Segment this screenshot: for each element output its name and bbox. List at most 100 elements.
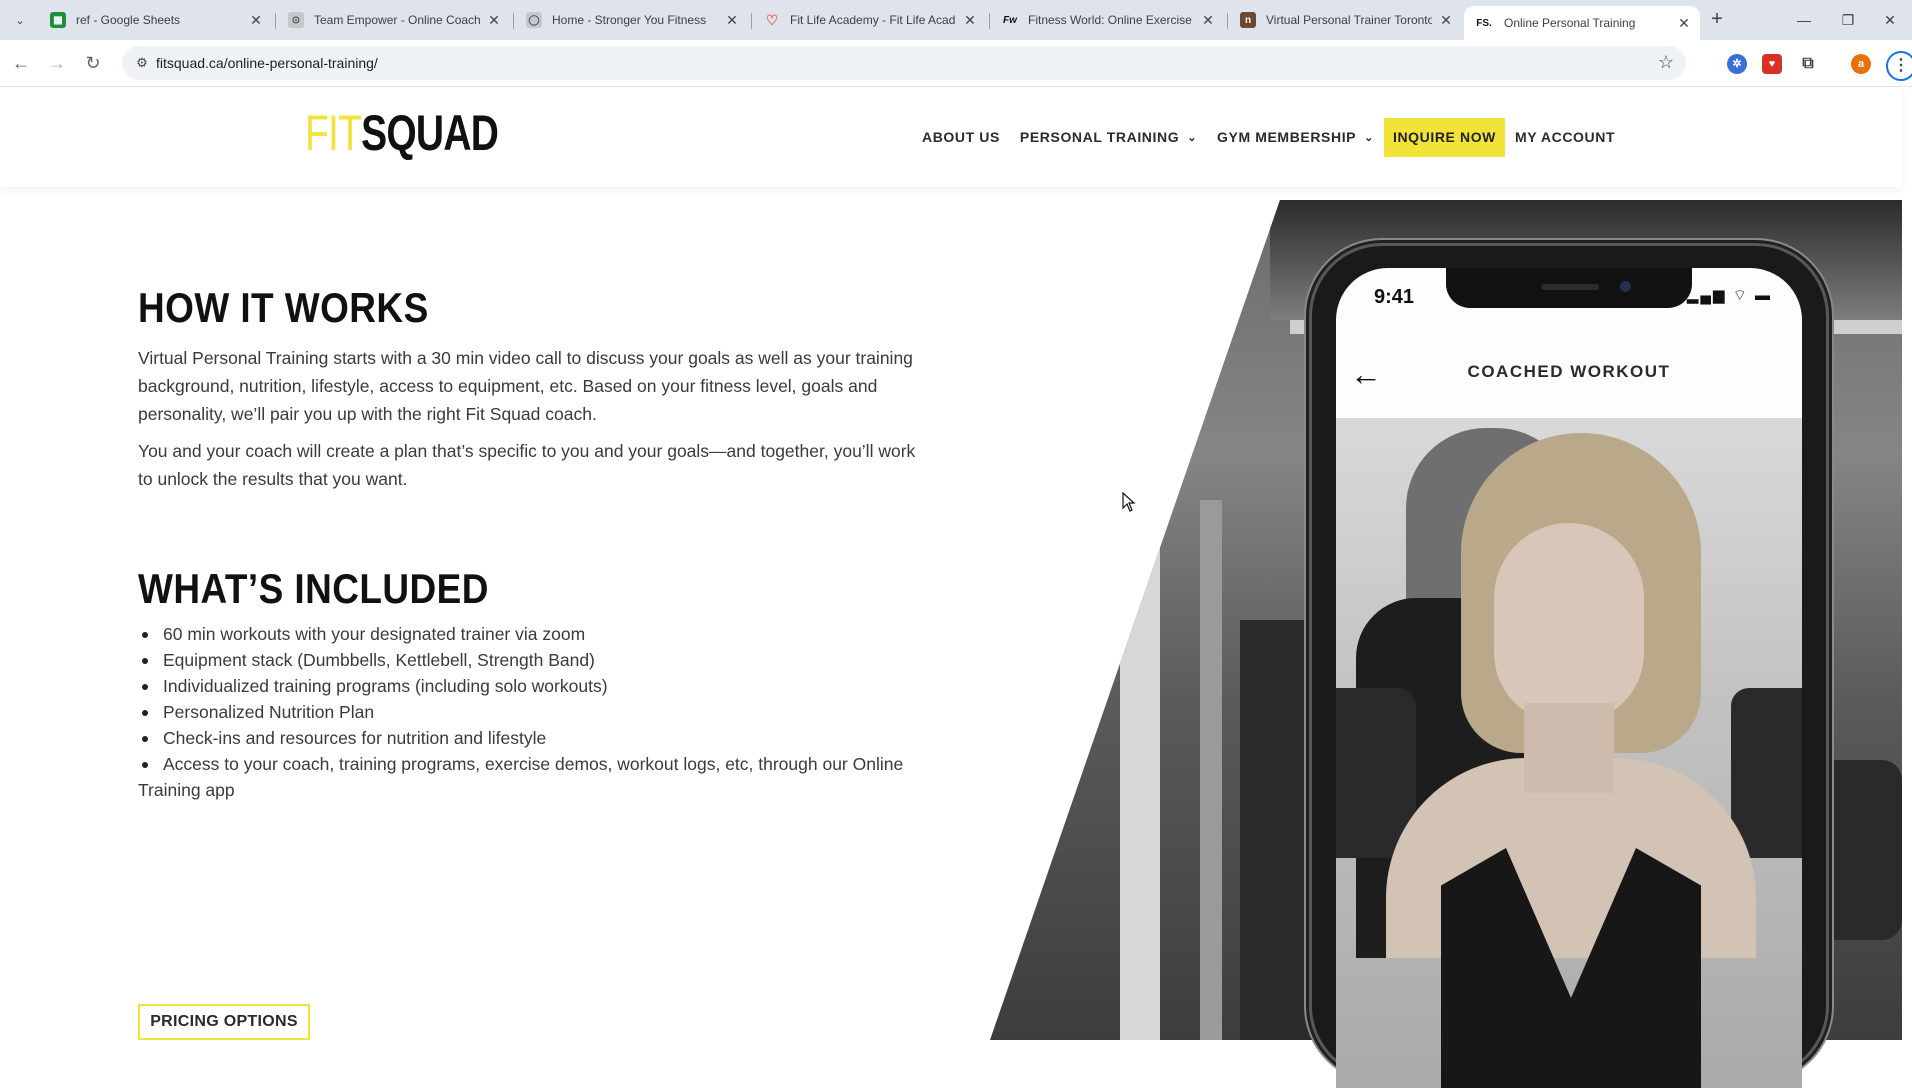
chevron-down-icon: ⌄ <box>1364 131 1374 144</box>
sheets-favicon-icon: ▦ <box>50 12 66 28</box>
tab-close-icon[interactable]: ✕ <box>1438 12 1454 29</box>
list-item: Access to your coach, training programs,… <box>138 751 928 803</box>
list-item: 60 min workouts with your designated tra… <box>138 621 928 647</box>
list-item-text: Individualized training programs (includ… <box>163 676 608 696</box>
main-nav: ABOUT US PERSONAL TRAINING ⌄ GYM MEMBERSH… <box>922 117 1635 157</box>
browser-tab[interactable]: ⊙ Team Empower - Online Coachi ✕ <box>278 6 510 34</box>
tab-close-icon[interactable]: ✕ <box>724 12 740 29</box>
whats-included-title: WHAT’S INCLUDED <box>138 565 489 612</box>
bullet-dot <box>142 736 148 742</box>
address-url[interactable]: fitsquad.ca/online-personal-training/ <box>156 46 378 80</box>
reload-icon[interactable]: ↻ <box>80 50 106 76</box>
browser-tab[interactable]: Fw Fitness World: Online Exercise C ✕ <box>992 6 1224 34</box>
bullet-dot <box>142 684 148 690</box>
phone-screen: 9:41 ▂▄▆ ⌔ ▬ ← COACHED WORKOUT <box>1336 268 1802 1088</box>
signal-icon: ▂▄▆ <box>1686 287 1727 304</box>
nav-label: ABOUT US <box>922 129 1000 145</box>
bullet-dot <box>142 632 148 638</box>
restore-icon[interactable]: ❐ <box>1826 6 1870 34</box>
bookmark-star-icon[interactable]: ☆ <box>1658 52 1674 73</box>
inquire-now-button[interactable]: INQUIRE NOW <box>1383 117 1505 157</box>
fit-life-favicon-icon: ♡ <box>765 11 779 28</box>
fitsquad-logo[interactable]: FITSQUAD <box>305 105 499 161</box>
tab-close-icon[interactable]: ✕ <box>486 12 502 29</box>
team-empower-favicon-icon: ⊙ <box>288 12 304 28</box>
browser-tab-bar: ⌄ ▦ ref - Google Sheets ✕ ⊙ Team Empower… <box>0 0 1912 40</box>
phone-speaker <box>1541 284 1599 290</box>
browser-tab[interactable]: ♡ Fit Life Academy - Fit Life Acad ✕ <box>754 6 986 34</box>
minimize-icon[interactable]: — <box>1782 6 1826 34</box>
tab-divider <box>513 13 514 29</box>
phone-camera <box>1620 281 1631 292</box>
list-item-text: Equipment stack (Dumbbells, Kettlebell, … <box>163 650 595 670</box>
nav-my-account[interactable]: MY ACCOUNT <box>1515 129 1615 145</box>
browser-tab[interactable]: n Virtual Personal Trainer Toronto ✕ <box>1230 6 1462 34</box>
nav-label: GYM MEMBERSHIP <box>1217 129 1357 145</box>
site-header: FITSQUAD ABOUT US PERSONAL TRAINING ⌄ GYM… <box>0 87 1902 187</box>
tab-title: Team Empower - Online Coachi <box>314 13 480 27</box>
app-screen-title: COACHED WORKOUT <box>1467 362 1671 381</box>
extensions-puzzle-icon[interactable]: ⧉ <box>1798 54 1818 74</box>
globe-favicon-icon: ◯ <box>526 12 542 28</box>
back-arrow-icon[interactable]: ← <box>8 50 34 76</box>
tab-search-chevron-icon[interactable]: ⌄ <box>8 8 32 32</box>
tab-title: Fitness World: Online Exercise C <box>1028 13 1194 27</box>
phone-notch <box>1446 268 1692 308</box>
nav-gym-membership[interactable]: GYM MEMBERSHIP ⌄ <box>1217 129 1374 145</box>
fitness-world-favicon-icon: Fw <box>1003 14 1017 26</box>
app-header: ← COACHED WORKOUT <box>1336 352 1802 402</box>
tab-divider <box>989 13 990 29</box>
site-info-icon[interactable]: ⚙ <box>132 53 152 73</box>
wifi-icon: ⌔ <box>1732 287 1749 304</box>
how-it-works-paragraph-1: Virtual Personal Training starts with a … <box>138 348 913 424</box>
list-item-text: Access to your coach, training programs,… <box>138 754 904 800</box>
virtual-trainer-favicon-icon: n <box>1240 12 1256 28</box>
tab-title: Fit Life Academy - Fit Life Acad <box>790 13 956 27</box>
browser-toolbar: ← → ↻ ⚙ fitsquad.ca/online-personal-trai… <box>0 40 1912 87</box>
list-item-text: Check-ins and resources for nutrition an… <box>163 728 547 748</box>
athlete-face <box>1494 523 1644 723</box>
profile-avatar[interactable]: a <box>1851 54 1871 74</box>
new-tab-plus-icon[interactable]: + <box>1705 8 1729 32</box>
tab-close-icon[interactable]: ✕ <box>1200 12 1216 29</box>
logo-squad: SQUAD <box>361 105 499 161</box>
window-close-icon[interactable]: ✕ <box>1868 6 1912 34</box>
tab-close-icon[interactable]: ✕ <box>248 12 264 29</box>
workout-photo <box>1336 418 1802 1088</box>
bullet-dot <box>142 658 148 664</box>
list-item-text: 60 min workouts with your designated tra… <box>163 624 586 644</box>
browser-tab[interactable]: ▦ ref - Google Sheets ✕ <box>40 6 272 34</box>
mouse-cursor-icon <box>1122 492 1136 512</box>
how-it-works-title: HOW IT WORKS <box>138 284 429 331</box>
gym-rack <box>1200 500 1222 1040</box>
tab-title: Home - Stronger You Fitness <box>552 13 707 27</box>
forward-arrow-icon[interactable]: → <box>44 50 70 76</box>
tab-close-icon[interactable]: ✕ <box>962 12 978 29</box>
tab-close-icon[interactable]: ✕ <box>1676 15 1692 32</box>
status-icons: ▂▄▆ ⌔ ▬ <box>1687 286 1772 305</box>
nav-about-us[interactable]: ABOUT US <box>922 129 1000 145</box>
nav-label: MY ACCOUNT <box>1515 129 1616 145</box>
nav-label: INQUIRE NOW <box>1392 128 1496 145</box>
tab-title: Online Personal Training <box>1504 16 1636 30</box>
pricing-options-button[interactable]: PRICING OPTIONS <box>138 1004 310 1040</box>
shield-extension-icon[interactable]: ♥ <box>1762 54 1782 74</box>
phone-mockup: 9:41 ▂▄▆ ⌔ ▬ ← COACHED WORKOUT <box>1312 246 1826 1088</box>
nav-label: PERSONAL TRAINING <box>1019 129 1180 145</box>
how-it-works-paragraph-2: You and your coach will create a plan th… <box>138 441 916 489</box>
status-time: 9:41 <box>1374 286 1415 308</box>
list-item: Equipment stack (Dumbbells, Kettlebell, … <box>138 647 928 673</box>
tab-title: ref - Google Sheets <box>76 13 181 27</box>
list-item: Individualized training programs (includ… <box>138 673 928 699</box>
whats-included-list: 60 min workouts with your designated tra… <box>138 621 928 803</box>
list-item: Check-ins and resources for nutrition an… <box>138 725 928 751</box>
nav-personal-training[interactable]: PERSONAL TRAINING ⌄ <box>1020 129 1197 145</box>
extension-icon[interactable]: ✲ <box>1727 54 1747 74</box>
browser-tab[interactable]: ◯ Home - Stronger You Fitness ✕ <box>516 6 748 34</box>
tab-divider <box>1227 13 1228 29</box>
menu-kebab-icon[interactable]: ⋮ <box>1886 51 1912 81</box>
chevron-down-icon: ⌄ <box>1187 131 1198 144</box>
address-bar[interactable]: ⚙ fitsquad.ca/online-personal-training/ … <box>122 46 1686 80</box>
list-item-text: Personalized Nutrition Plan <box>163 702 375 722</box>
browser-tab-active[interactable]: FS. Online Personal Training ✕ <box>1464 6 1700 40</box>
